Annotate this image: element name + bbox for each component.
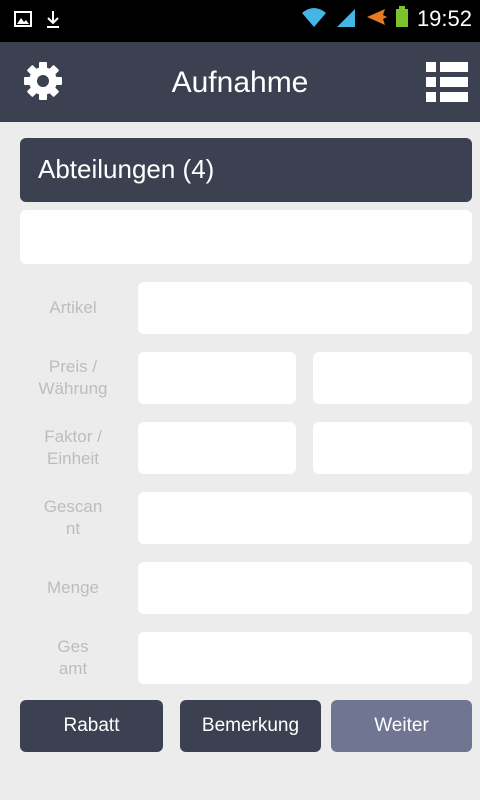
signal-icon [335,6,357,32]
list-menu-icon[interactable] [424,58,470,110]
faktor-einheit-label: Faktor / Einheit [44,427,102,468]
app-bar: Aufnahme [0,42,480,122]
gesamt-label: Gesamt [57,637,89,678]
preis-waehrung-label: Preis / Währung [38,357,108,398]
artikel-input[interactable] [138,282,472,334]
status-time: 19:52 [416,6,472,31]
download-icon [46,10,60,32]
preis-input[interactable] [138,352,296,404]
bemerkung-button[interactable]: Bemerkung [180,700,321,752]
gesamt-input[interactable] [138,632,472,684]
gescannt-input[interactable] [138,492,472,544]
wifi-icon [301,6,327,32]
waehrung-input[interactable] [313,352,472,404]
menge-input[interactable] [138,562,472,614]
battery-icon [395,6,409,32]
status-right-icons: 19:52 [301,6,472,32]
status-bar: 19:52 [0,0,480,42]
menge-label: Menge [47,578,99,597]
airplane-icon [365,6,387,32]
rabatt-button[interactable]: Rabatt [20,700,163,752]
artikel-label: Artikel [49,298,97,317]
department-field[interactable] [20,210,472,264]
gescannt-label: Gescannt [43,497,103,538]
faktor-input[interactable] [138,422,296,474]
section-header-abteilungen[interactable]: Abteilungen (4) [20,138,472,202]
weiter-button[interactable]: Weiter [331,700,472,752]
einheit-input[interactable] [313,422,472,474]
gallery-icon [14,11,32,31]
page-title: Aufnahme [171,66,309,99]
status-left-icons [14,10,60,32]
